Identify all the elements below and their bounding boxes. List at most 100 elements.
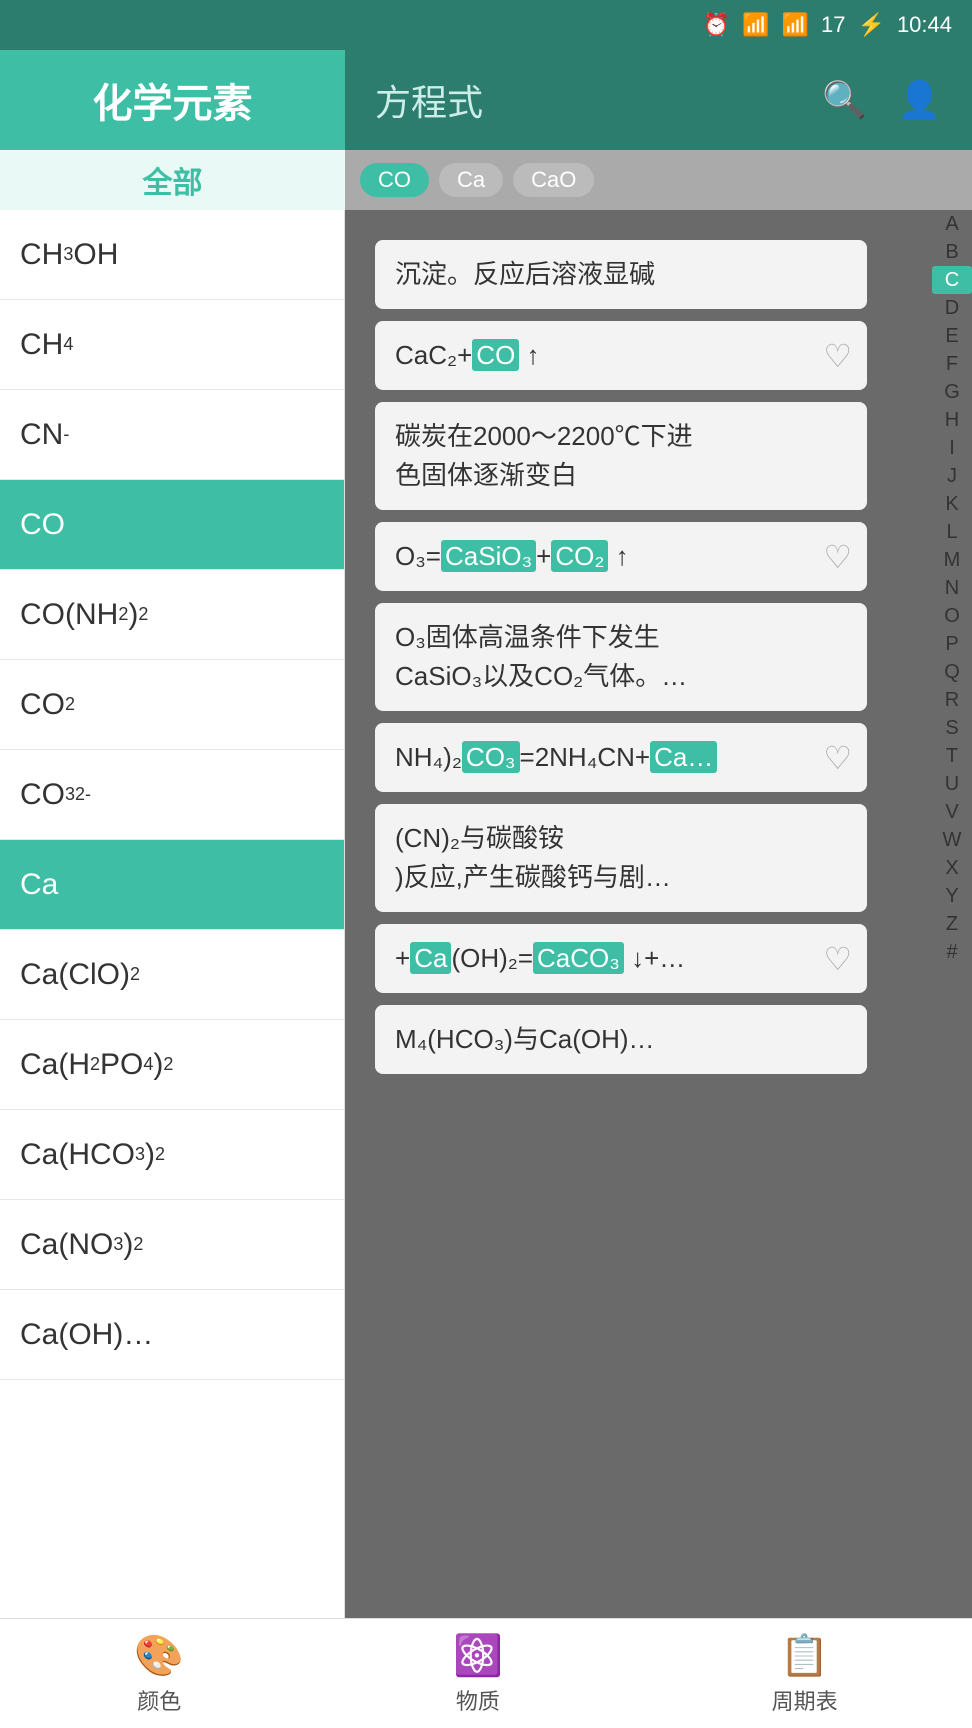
wifi-icon: 📶 <box>742 12 769 38</box>
alpha-U[interactable]: U <box>932 770 972 798</box>
alpha-hash[interactable]: # <box>932 938 972 966</box>
equation-text-4: O₃=CaSiO₃+CO₂ ↑ <box>395 537 847 576</box>
equation-text-5a: O₃固体高温条件下发生 <box>395 618 847 657</box>
battery-level: 17 <box>821 12 845 38</box>
favorite-icon-6[interactable]: ♡ <box>823 739 852 777</box>
alpha-C[interactable]: C <box>932 266 972 294</box>
alpha-J[interactable]: J <box>932 462 972 490</box>
alpha-H[interactable]: H <box>932 406 972 434</box>
alpha-O[interactable]: O <box>932 602 972 630</box>
equation-card-1[interactable]: 沉淀。反应后溶液显碱 <box>375 240 867 309</box>
equation-text-7b: )反应,产生碳酸钙与剧… <box>395 858 847 897</box>
alpha-M[interactable]: M <box>932 546 972 574</box>
alpha-Y[interactable]: Y <box>932 882 972 910</box>
alpha-E[interactable]: E <box>932 322 972 350</box>
nav-item-matter[interactable]: ⚛️ 物质 <box>453 1632 503 1716</box>
alpha-Q[interactable]: Q <box>932 658 972 686</box>
equation-text-8: +Ca(OH)₂=CaCO₃ ↓+… <box>395 939 847 978</box>
sidebar-item-CaH2PO42[interactable]: Ca(H2PO4)2 <box>0 1020 344 1110</box>
equation-card-4[interactable]: O₃=CaSiO₃+CO₂ ↑ ♡ <box>375 522 867 591</box>
status-bar: ⏰ 📶 📶 17 ⚡ 10:44 <box>0 0 972 50</box>
alpha-Z[interactable]: Z <box>932 910 972 938</box>
sidebar-item-CaNO32[interactable]: Ca(NO3)2 <box>0 1200 344 1290</box>
time-display: 10:44 <box>897 12 952 38</box>
alpha-B[interactable]: B <box>932 238 972 266</box>
alpha-W[interactable]: W <box>932 826 972 854</box>
sidebar-item-CO2[interactable]: CO2 <box>0 660 344 750</box>
equation-card-6[interactable]: NH₄)₂CO₃=2NH₄CN+Ca… ♡ <box>375 723 867 792</box>
nav-item-color[interactable]: 🎨 颜色 <box>134 1632 184 1716</box>
color-icon: 🎨 <box>134 1632 184 1679</box>
equation-text-3a: 碳炭在2000～2200℃下进 <box>395 417 847 456</box>
tab-pill-3[interactable]: CaO <box>513 163 594 197</box>
equation-card-3[interactable]: 碳炭在2000～2200℃下进 色固体逐渐变白 <box>375 402 867 510</box>
signal-icon: 📶 <box>782 12 809 38</box>
tab-right-area: CO Ca CaO <box>345 150 972 210</box>
periodic-icon: 📋 <box>780 1632 830 1679</box>
sidebar: CH3OH CH4 CN- CO CO(NH2)2 CO2 CO32- Ca C… <box>0 210 345 1698</box>
sidebar-item-CH3OH[interactable]: CH3OH <box>0 210 344 300</box>
equation-card-2[interactable]: CaC₂+CO ↑ ♡ <box>375 321 867 390</box>
equation-card-7[interactable]: (CN)₂与碳酸铵 )反应,产生碳酸钙与剧… <box>375 804 867 912</box>
sidebar-item-CH4[interactable]: CH4 <box>0 300 344 390</box>
user-icon[interactable]: 👤 <box>897 79 942 121</box>
app-title: 化学元素 <box>93 71 253 129</box>
nav-item-periodic[interactable]: 📋 周期表 <box>772 1632 838 1716</box>
alpha-N[interactable]: N <box>932 574 972 602</box>
nav-label-color: 颜色 <box>137 1684 181 1716</box>
header-icons: 🔍 👤 <box>822 79 942 121</box>
sidebar-item-CaOH[interactable]: Ca(OH)… <box>0 1290 344 1380</box>
bottom-nav: 🎨 颜色 ⚛️ 物质 📋 周期表 <box>0 1618 972 1728</box>
tab-pill-active[interactable]: CO <box>360 163 429 197</box>
highlight-CO: CO <box>472 339 519 371</box>
alarm-icon: ⏰ <box>703 12 730 38</box>
alpha-R[interactable]: R <box>932 686 972 714</box>
alpha-S[interactable]: S <box>932 714 972 742</box>
equation-text-7a: (CN)₂与碳酸铵 <box>395 819 847 858</box>
sidebar-item-Ca[interactable]: Ca <box>0 840 344 930</box>
sidebar-item-CaClO2[interactable]: Ca(ClO)2 <box>0 930 344 1020</box>
sidebar-item-CO[interactable]: CO <box>0 480 344 570</box>
alpha-X[interactable]: X <box>932 854 972 882</box>
alpha-I[interactable]: I <box>932 434 972 462</box>
favorite-icon-4[interactable]: ♡ <box>823 538 852 576</box>
equation-card-8[interactable]: +Ca(OH)₂=CaCO₃ ↓+… ♡ <box>375 924 867 993</box>
alpha-V[interactable]: V <box>932 798 972 826</box>
tab-pill-2[interactable]: Ca <box>439 163 503 197</box>
alpha-K[interactable]: K <box>932 490 972 518</box>
alpha-F[interactable]: F <box>932 350 972 378</box>
alpha-P[interactable]: P <box>932 630 972 658</box>
tab-all-label: 全部 <box>143 158 203 202</box>
highlight-CO3: CO₃ <box>462 741 520 773</box>
matter-icon: ⚛️ <box>453 1632 503 1679</box>
equation-card-9[interactable]: M₄(HCO₃)与Ca(OH)… <box>375 1005 867 1074</box>
alpha-T[interactable]: T <box>932 742 972 770</box>
equation-text-9: M₄(HCO₃)与Ca(OH)… <box>395 1020 847 1059</box>
sidebar-item-CO32-[interactable]: CO32- <box>0 750 344 840</box>
favorite-icon-2[interactable]: ♡ <box>823 337 852 375</box>
tab-all[interactable]: 全部 <box>0 150 345 210</box>
alpha-index: A B C D E F G H I J K L M N O P Q R S T … <box>932 210 972 966</box>
highlight-Ca3: Ca <box>410 942 451 974</box>
equation-text-5b: CaSiO₃以及CO₂气体。… <box>395 657 847 696</box>
alpha-D[interactable]: D <box>932 294 972 322</box>
sidebar-item-CONH22[interactable]: CO(NH2)2 <box>0 570 344 660</box>
highlight-CaSiO3: CaSiO₃ <box>441 540 536 572</box>
right-content: 沉淀。反应后溶液显碱 CaC₂+CO ↑ ♡ 碳炭在2000～2200℃下进 色… <box>345 210 972 1698</box>
equation-text-3b: 色固体逐渐变白 <box>395 456 847 495</box>
search-icon[interactable]: 🔍 <box>822 79 867 121</box>
sidebar-item-CN-[interactable]: CN- <box>0 390 344 480</box>
highlight-CO2: CO₂ <box>551 540 608 572</box>
alpha-A[interactable]: A <box>932 210 972 238</box>
nav-label-matter: 物质 <box>456 1684 500 1716</box>
equation-text-1: 沉淀。反应后溶液显碱 <box>395 255 847 294</box>
alpha-G[interactable]: G <box>932 378 972 406</box>
section-title: 方程式 <box>375 74 483 126</box>
alpha-L[interactable]: L <box>932 518 972 546</box>
favorite-icon-8[interactable]: ♡ <box>823 940 852 978</box>
header: 化学元素 方程式 🔍 👤 <box>0 50 972 150</box>
equation-text-2: CaC₂+CO ↑ <box>395 336 847 375</box>
equation-card-5[interactable]: O₃固体高温条件下发生 CaSiO₃以及CO₂气体。… <box>375 603 867 711</box>
sidebar-item-CaHCO32[interactable]: Ca(HCO3)2 <box>0 1110 344 1200</box>
header-left-panel: 化学元素 <box>0 50 345 150</box>
